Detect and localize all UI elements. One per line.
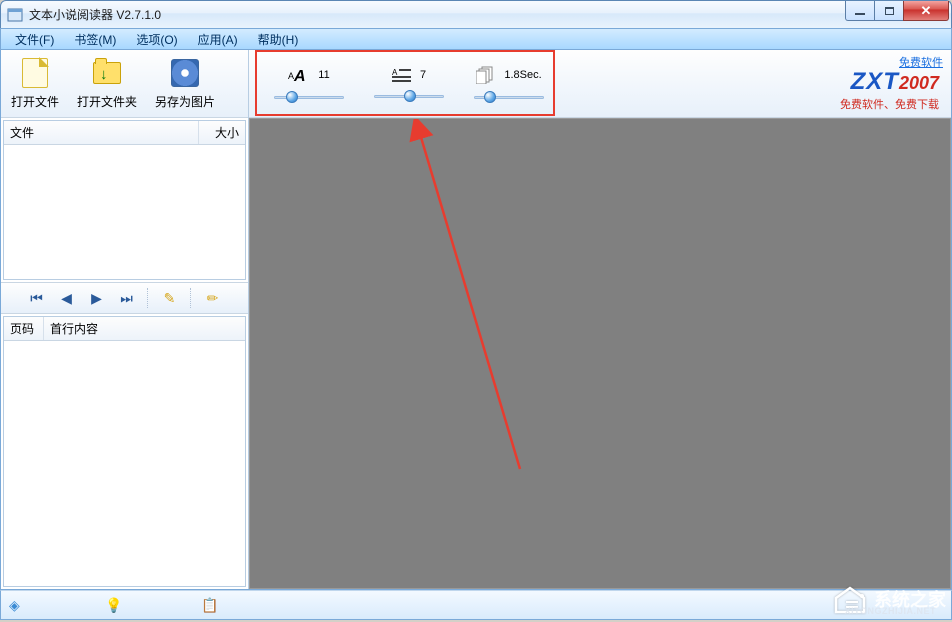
save-image-label: 另存为图片 (155, 93, 215, 110)
file-col-name[interactable]: 文件 (4, 121, 199, 144)
file-list-panel: 文件 大小 (3, 120, 246, 280)
menubar: 文件(F) 书签(M) 选项(O) 应用(A) 帮助(H) (0, 28, 952, 50)
settings-bar: AA 11 A 7 (249, 50, 951, 118)
file-list-header: 文件 大小 (4, 121, 245, 145)
file-col-size[interactable]: 大小 (199, 121, 245, 144)
font-size-slider[interactable] (274, 90, 344, 104)
edit-button[interactable]: ✏ (200, 286, 226, 310)
page-list-body[interactable] (4, 341, 245, 587)
nav-first-button[interactable]: ⏮ (24, 286, 50, 310)
open-folder-label: 打开文件夹 (77, 93, 137, 110)
file-icon (19, 57, 51, 89)
maximize-button[interactable] (874, 1, 904, 21)
annotation-arrow (250, 119, 940, 589)
nav-next-button[interactable]: ▶ (84, 286, 110, 310)
window-title: 文本小说阅读器 V2.7.1.0 (29, 6, 161, 23)
brand-name: ZXT (851, 68, 899, 95)
page-col-content[interactable]: 首行内容 (44, 317, 245, 340)
page-list-header: 页码 首行内容 (4, 317, 245, 341)
page-list-panel: 页码 首行内容 (3, 316, 246, 587)
page-col-num[interactable]: 页码 (4, 317, 44, 340)
page-speed-slider[interactable] (474, 90, 544, 104)
menu-bookmark[interactable]: 书签(M) (64, 29, 126, 50)
brand-logo: ZXT2007 免费软件、免费下载 (840, 68, 939, 112)
line-spacing-slider[interactable] (374, 89, 444, 103)
folder-icon: ↓ (91, 57, 123, 89)
save-icon (169, 57, 201, 89)
nav-row: ⏮ ◀ ▶ ⏭ ✎ ✏ (1, 282, 248, 314)
nav-last-button[interactable]: ⏭ (114, 286, 140, 310)
menu-app[interactable]: 应用(A) (188, 29, 248, 50)
titlebar: 文本小说阅读器 V2.7.1.0 ✕ (0, 0, 952, 28)
open-folder-button[interactable]: ↓ 打开文件夹 (73, 55, 141, 112)
open-file-button[interactable]: 打开文件 (7, 55, 63, 112)
bulb-icon[interactable]: 💡 (105, 597, 121, 613)
statusbar: ◈ 💡 📋 (0, 590, 952, 620)
brand-subtitle: 免费软件、免费下载 (840, 96, 939, 112)
content: AA 11 A 7 (249, 50, 951, 589)
app-icon (7, 7, 23, 23)
annotation-box (255, 50, 555, 116)
sidebar: 打开文件 ↓ 打开文件夹 另存为图片 文件 大小 ⏮ ◀ ▶ ⏭ ✎ (1, 50, 249, 589)
clipboard-icon[interactable]: 📋 (201, 597, 217, 613)
menu-help[interactable]: 帮助(H) (248, 29, 309, 50)
nav-separator (190, 288, 193, 308)
info-icon[interactable]: ◈ (9, 597, 25, 613)
file-list-body[interactable] (4, 145, 245, 280)
nav-separator (147, 288, 150, 308)
close-button[interactable]: ✕ (903, 1, 949, 21)
nav-prev-button[interactable]: ◀ (54, 286, 80, 310)
brand-year: 2007 (899, 73, 939, 93)
menu-options[interactable]: 选项(O) (126, 29, 187, 50)
minimize-button[interactable] (845, 1, 875, 21)
window-buttons: ✕ (846, 1, 949, 21)
main: 打开文件 ↓ 打开文件夹 另存为图片 文件 大小 ⏮ ◀ ▶ ⏭ ✎ (0, 50, 952, 590)
viewer-area[interactable] (249, 118, 951, 589)
open-file-label: 打开文件 (11, 93, 59, 110)
sidebar-toolbar: 打开文件 ↓ 打开文件夹 另存为图片 (1, 50, 248, 118)
highlight-button[interactable]: ✎ (157, 286, 183, 310)
save-image-button[interactable]: 另存为图片 (151, 55, 219, 112)
menu-file[interactable]: 文件(F) (5, 29, 64, 50)
